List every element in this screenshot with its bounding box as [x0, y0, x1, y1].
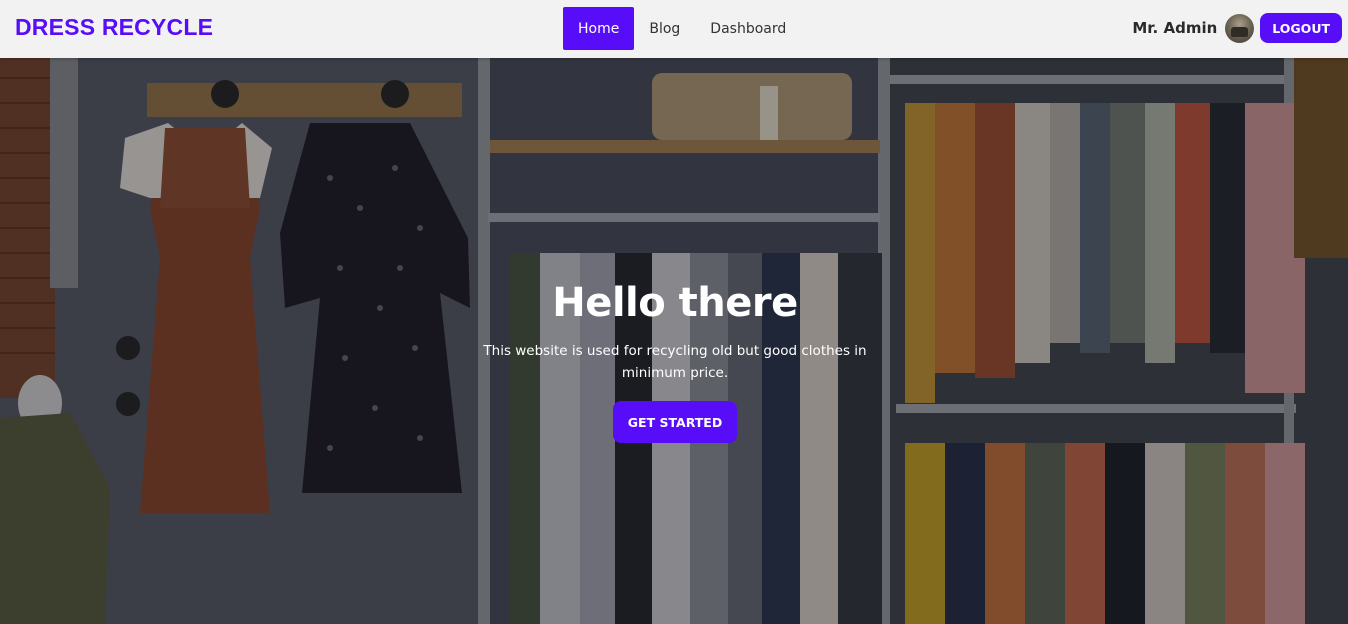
logout-button[interactable]: LOGOUT [1260, 13, 1342, 43]
avatar[interactable] [1225, 13, 1255, 43]
user-area: Mr. Admin LOGOUT [1132, 13, 1342, 43]
brand-logo[interactable]: DRESS RECYCLE [15, 14, 213, 41]
hero-section: Hello there This website is used for rec… [0, 58, 1348, 624]
nav-menu: Home Blog Dashboard [563, 7, 801, 50]
user-name: Mr. Admin [1132, 19, 1218, 37]
navbar: DRESS RECYCLE Home Blog Dashboard Mr. Ad… [0, 0, 1348, 58]
hero-title: Hello there [552, 280, 798, 326]
nav-item-home[interactable]: Home [563, 7, 635, 50]
get-started-button[interactable]: GET STARTED [612, 401, 738, 443]
hero-description: This website is used for recycling old b… [483, 343, 867, 381]
nav-item-blog[interactable]: Blog [634, 7, 695, 50]
nav-item-dashboard[interactable]: Dashboard [695, 7, 801, 50]
hero-content: Hello there This website is used for rec… [470, 280, 880, 443]
